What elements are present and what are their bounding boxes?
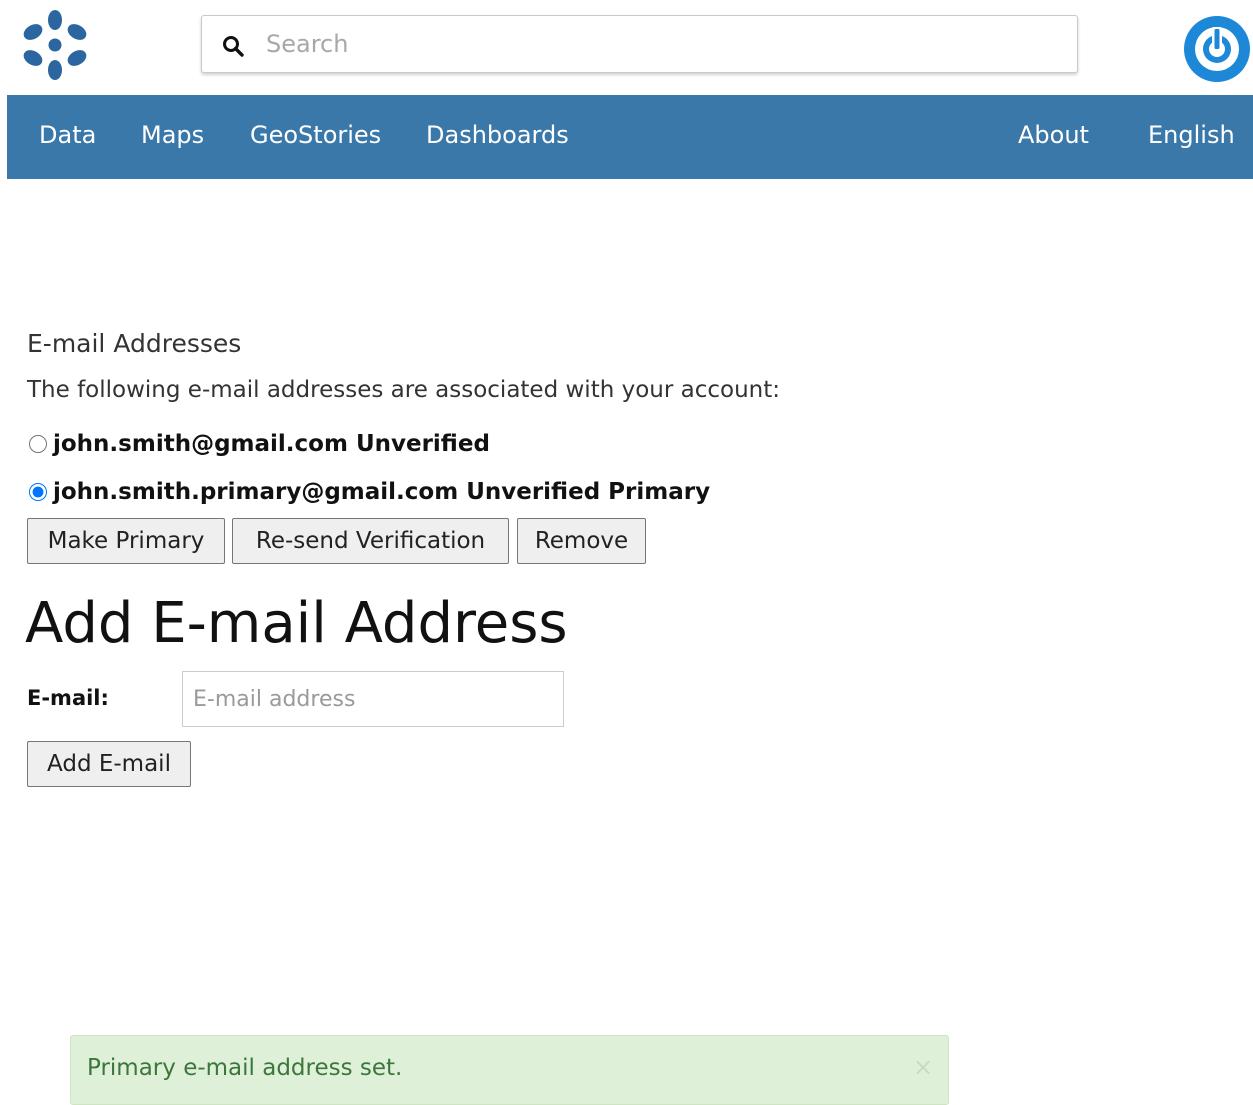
nav-geostories[interactable]: GeoStories — [250, 121, 381, 149]
success-alert: Primary e-mail address set. × — [70, 1035, 949, 1105]
email-option-text: john.smith.primary@gmail.com Unverified … — [53, 479, 711, 505]
add-email-title: Add E-mail Address — [25, 591, 568, 656]
email-radio-2[interactable] — [29, 483, 47, 501]
site-logo[interactable] — [18, 8, 92, 82]
resend-verification-button[interactable]: Re-send Verification — [232, 518, 509, 564]
nav-dashboards[interactable]: Dashboards — [426, 121, 569, 149]
remove-button[interactable]: Remove — [517, 518, 646, 564]
email-option[interactable]: john.smith@gmail.com Unverified — [27, 430, 490, 458]
email-addresses-description: The following e-mail addresses are assoc… — [27, 377, 781, 403]
search-input[interactable] — [264, 24, 1044, 64]
user-menu-button[interactable] — [1181, 15, 1253, 83]
nav-maps[interactable]: Maps — [141, 121, 204, 149]
nav-language[interactable]: English — [1148, 121, 1235, 149]
email-option[interactable]: john.smith.primary@gmail.com Unverified … — [27, 478, 710, 506]
email-option-text: john.smith@gmail.com Unverified — [53, 431, 490, 457]
alert-message: Primary e-mail address set. — [87, 1055, 403, 1081]
search-bar — [201, 15, 1078, 73]
email-addresses-title: E-mail Addresses — [27, 329, 242, 358]
add-email-button[interactable]: Add E-mail — [27, 741, 191, 787]
email-field[interactable] — [182, 671, 564, 727]
email-radio-1[interactable] — [29, 435, 47, 453]
search-icon[interactable] — [222, 35, 244, 57]
nav-about[interactable]: About — [1018, 121, 1089, 149]
nav-data[interactable]: Data — [39, 121, 96, 149]
geonode-logo-icon — [23, 10, 87, 80]
user-power-icon — [1184, 16, 1250, 82]
main-navbar: Data Maps GeoStories Dashboards About En… — [7, 95, 1253, 179]
close-icon[interactable]: × — [913, 1053, 933, 1081]
email-field-label: E-mail: — [27, 686, 109, 710]
make-primary-button[interactable]: Make Primary — [27, 518, 225, 564]
